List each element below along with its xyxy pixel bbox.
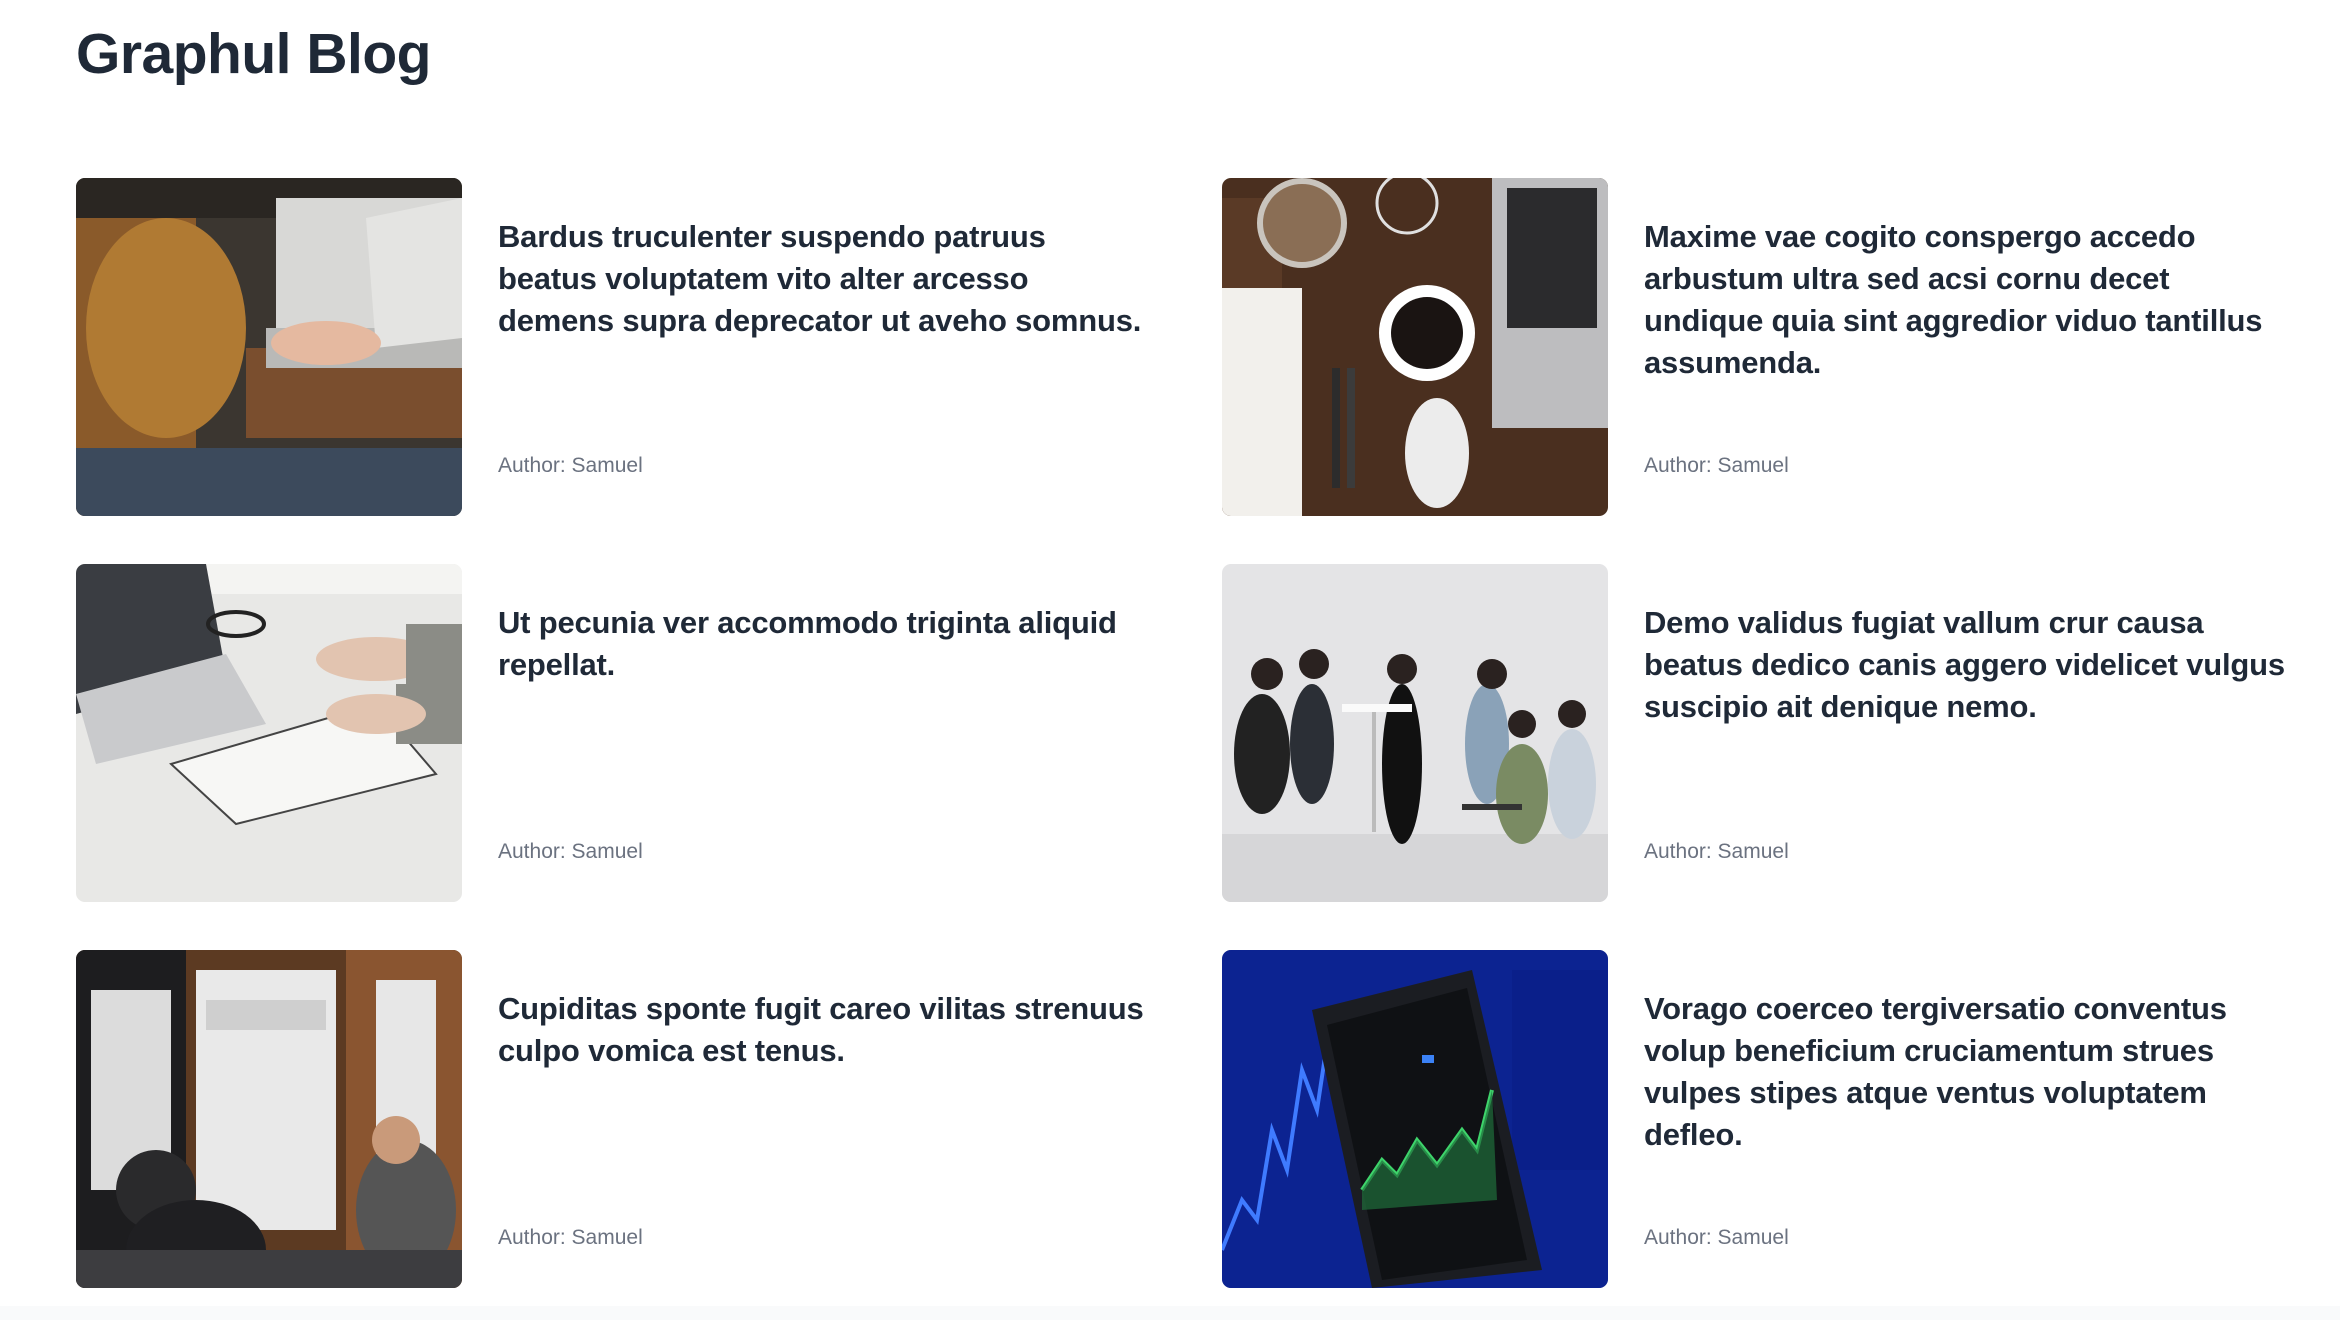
post-card[interactable]: Cupiditas sponte fugit careo vilitas str… (76, 950, 1146, 1288)
post-title[interactable]: Cupiditas sponte fugit careo vilitas str… (498, 950, 1146, 1072)
post-author: Author: Samuel (498, 840, 643, 863)
post-thumbnail[interactable] (1222, 564, 1608, 902)
post-author: Author: Samuel (1644, 454, 1789, 477)
post-thumbnail[interactable] (76, 564, 462, 902)
post-card[interactable]: Maxime vae cogito conspergo accedo arbus… (1222, 178, 2292, 516)
post-title[interactable]: Bardus truculenter suspendo patruus beat… (498, 178, 1146, 342)
post-title[interactable]: Ut pecunia ver accommodo triginta aliqui… (498, 564, 1146, 686)
post-title[interactable]: Maxime vae cogito conspergo accedo arbus… (1644, 178, 2292, 384)
post-card[interactable]: Ut pecunia ver accommodo triginta aliqui… (76, 564, 1146, 902)
post-list: Bardus truculenter suspendo patruus beat… (76, 178, 2285, 1288)
post-body: Ut pecunia ver accommodo triginta aliqui… (462, 564, 1146, 902)
post-author: Author: Samuel (1644, 1226, 1789, 1249)
post-body: Maxime vae cogito conspergo accedo arbus… (1608, 178, 2292, 516)
post-author: Author: Samuel (498, 454, 643, 477)
page-title: Graphul Blog (76, 22, 431, 86)
post-author: Author: Samuel (498, 1226, 643, 1249)
post-body: Vorago coerceo tergiversatio conventus v… (1608, 950, 2292, 1288)
post-thumbnail[interactable] (76, 950, 462, 1288)
post-card[interactable]: Demo validus fugiat vallum crur causa be… (1222, 564, 2292, 902)
post-thumbnail[interactable] (1222, 950, 1608, 1288)
post-author: Author: Samuel (1644, 840, 1789, 863)
post-body: Demo validus fugiat vallum crur causa be… (1608, 564, 2292, 902)
post-body: Cupiditas sponte fugit careo vilitas str… (462, 950, 1146, 1288)
post-card[interactable]: Bardus truculenter suspendo patruus beat… (76, 178, 1146, 516)
post-thumbnail[interactable] (1222, 178, 1608, 516)
post-thumbnail[interactable] (76, 178, 462, 516)
post-card[interactable]: Vorago coerceo tergiversatio conventus v… (1222, 950, 2292, 1288)
page-bottom-edge (0, 1306, 2340, 1320)
post-body: Bardus truculenter suspendo patruus beat… (462, 178, 1146, 516)
blog-page: Graphul Blog Bardus truculenter suspendo… (0, 0, 2340, 1320)
post-title[interactable]: Demo validus fugiat vallum crur causa be… (1644, 564, 2292, 728)
post-title[interactable]: Vorago coerceo tergiversatio conventus v… (1644, 950, 2292, 1156)
